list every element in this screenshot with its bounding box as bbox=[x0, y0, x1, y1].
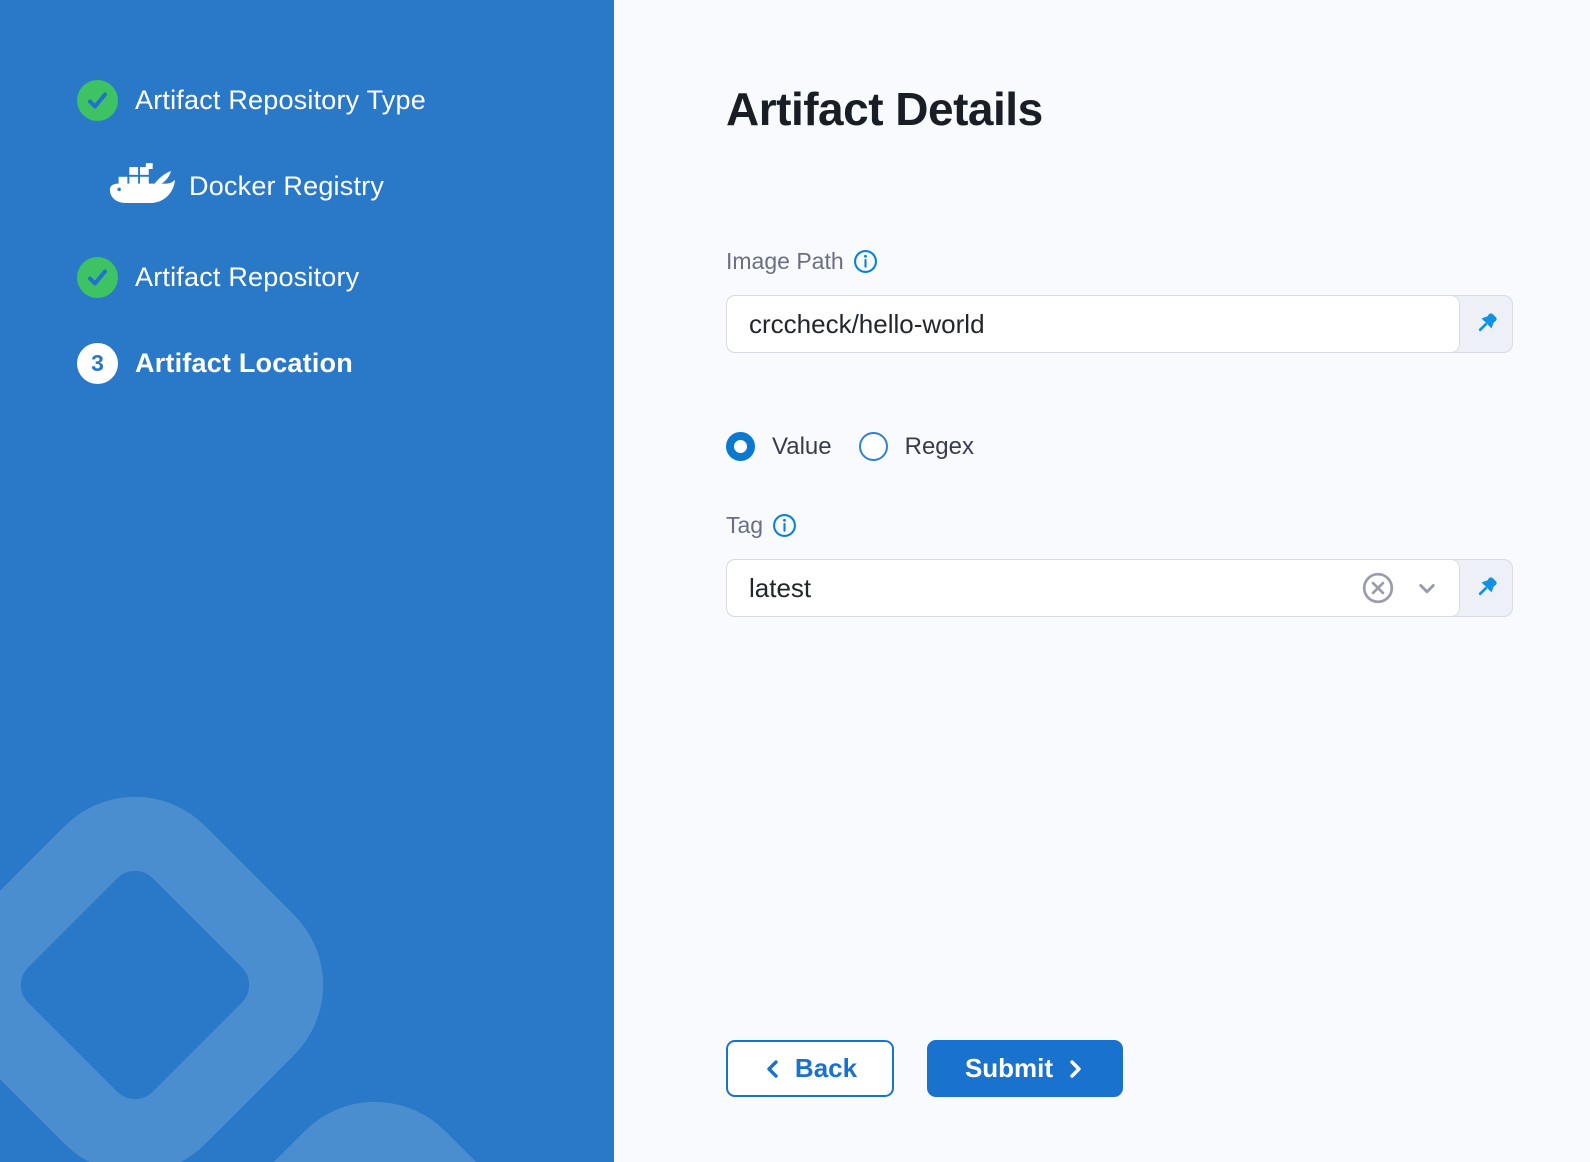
radio-label: Value bbox=[772, 433, 832, 461]
sidebar-step-artifact-repository-type[interactable]: Artifact Repository Type bbox=[77, 80, 426, 121]
step-label: Artifact Repository Type bbox=[135, 85, 426, 116]
page-title: Artifact Details bbox=[726, 82, 1043, 136]
info-icon[interactable] bbox=[853, 249, 878, 274]
pin-icon bbox=[1471, 573, 1501, 603]
step-label: Artifact Repository bbox=[135, 262, 359, 293]
tag-dropdown-button[interactable] bbox=[1412, 573, 1442, 603]
tag-input-group bbox=[726, 559, 1513, 617]
radio-option-value[interactable]: Value bbox=[726, 432, 832, 461]
image-path-input[interactable] bbox=[726, 295, 1460, 353]
chevron-right-icon bbox=[1065, 1057, 1085, 1081]
sidebar-step-artifact-location[interactable]: 3 Artifact Location bbox=[77, 343, 353, 384]
step-complete-check-icon bbox=[77, 257, 118, 298]
tag-runtime-input-button[interactable] bbox=[1460, 560, 1512, 616]
step-complete-check-icon bbox=[77, 80, 118, 121]
image-path-input-group bbox=[726, 295, 1513, 353]
image-path-label-row: Image Path bbox=[726, 248, 878, 275]
clear-tag-button[interactable] bbox=[1360, 570, 1396, 606]
wizard-sidebar: Artifact Repository Type Docker Registry bbox=[0, 0, 614, 1162]
sidebar-step-artifact-repository[interactable]: Artifact Repository bbox=[77, 257, 359, 298]
pin-icon bbox=[1471, 309, 1501, 339]
subitem-label: Docker Registry bbox=[189, 171, 384, 202]
submit-button-label: Submit bbox=[965, 1053, 1053, 1084]
back-button[interactable]: Back bbox=[726, 1040, 894, 1097]
image-path-runtime-input-button[interactable] bbox=[1460, 296, 1512, 352]
tag-label-row: Tag bbox=[726, 512, 797, 539]
submit-button[interactable]: Submit bbox=[927, 1040, 1123, 1097]
circle-x-icon bbox=[1360, 570, 1396, 606]
tag-mode-radio-group: Value Regex bbox=[726, 432, 974, 461]
sidebar-subitem-docker-registry[interactable]: Docker Registry bbox=[106, 160, 384, 213]
tag-label: Tag bbox=[726, 512, 763, 539]
info-icon[interactable] bbox=[772, 513, 797, 538]
artifact-details-panel: Artifact Details Image Path bbox=[614, 0, 1590, 1162]
radio-label: Regex bbox=[905, 433, 974, 461]
step-number-badge: 3 bbox=[77, 343, 118, 384]
tag-input[interactable] bbox=[726, 559, 1460, 617]
image-path-label: Image Path bbox=[726, 248, 844, 275]
radio-unselected-icon bbox=[859, 432, 888, 461]
radio-selected-icon bbox=[726, 432, 755, 461]
step-label: Artifact Location bbox=[135, 348, 353, 379]
docker-whale-icon bbox=[106, 160, 176, 213]
radio-option-regex[interactable]: Regex bbox=[859, 432, 974, 461]
chevron-left-icon bbox=[763, 1057, 783, 1081]
chevron-down-icon bbox=[1412, 573, 1442, 603]
back-button-label: Back bbox=[795, 1053, 857, 1084]
wizard-actions: Back Submit bbox=[726, 1040, 1123, 1097]
